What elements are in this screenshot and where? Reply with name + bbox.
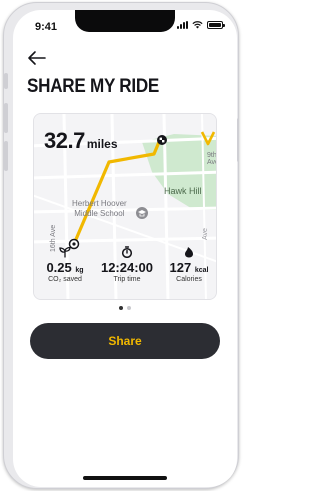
stat-calories-label: Calories — [176, 276, 202, 283]
distance-readout: 32.7 miles — [44, 128, 118, 154]
back-arrow-icon[interactable] — [27, 50, 47, 66]
home-indicator[interactable] — [83, 476, 167, 480]
volume-down-button — [4, 141, 8, 171]
flame-icon — [185, 247, 193, 258]
stat-co2: 0.25 kg CO₂ saved — [40, 246, 90, 283]
pagination-dot-1[interactable] — [119, 306, 123, 310]
screen: 9:41 SHARE MY RIDE 9th Av Hawk Hill Herb… — [13, 10, 237, 487]
map-park-label: Hawk Hill — [164, 186, 202, 196]
stopwatch-icon — [121, 246, 133, 258]
phone-frame: 9:41 SHARE MY RIDE 9th Av Hawk Hill Herb… — [3, 2, 239, 489]
stat-trip-time-value: 12:24:00 — [100, 260, 154, 275]
volume-up-button — [4, 103, 8, 133]
cellular-signal-icon — [177, 21, 188, 29]
distance-unit: miles — [86, 137, 118, 151]
stat-co2-label: CO₂ saved — [48, 276, 82, 283]
ride-stats: 0.25 kg CO₂ saved 12:24:00 Trip time 127 — [34, 246, 216, 299]
map-school-label: Herbert Hoover Middle School — [72, 199, 127, 219]
stat-calories-value: 127 kcal — [169, 260, 209, 275]
page-title: SHARE MY RIDE — [27, 76, 160, 97]
pagination-dot-2[interactable] — [127, 306, 131, 310]
notch — [75, 10, 175, 32]
map-school-label-line2: Middle School — [74, 209, 125, 218]
ride-summary-card[interactable]: 9th Ave Hawk Hill Herbert Hoover Middle … — [33, 113, 217, 300]
stat-trip-time: 12:24:00 Trip time — [96, 246, 158, 283]
carousel-pagination[interactable] — [119, 306, 131, 310]
wifi-icon — [192, 21, 203, 29]
map-street-label-right: Ave — [202, 228, 209, 240]
distance-value: 32.7 — [44, 128, 85, 153]
battery-icon — [207, 21, 225, 29]
leaf-icon — [59, 246, 71, 258]
map-school-label-line1: Herbert Hoover — [72, 199, 127, 208]
map-street-label-top: 9th Ave — [207, 152, 217, 166]
stat-co2-value: 0.25 kg — [46, 260, 84, 275]
stat-trip-time-label: Trip time — [113, 276, 141, 283]
status-time: 9:41 — [35, 21, 58, 33]
mute-switch — [4, 73, 8, 89]
status-icons — [177, 21, 225, 29]
stat-calories: 127 kcal Calories — [164, 246, 214, 283]
share-button[interactable]: Share — [30, 323, 220, 359]
